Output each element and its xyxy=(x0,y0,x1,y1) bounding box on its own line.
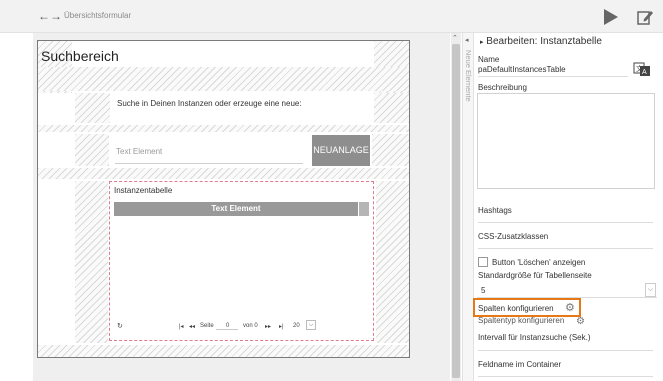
css-underline xyxy=(478,248,653,249)
next-page-icon[interactable]: ▸▸ xyxy=(265,323,271,330)
css-classes-field[interactable]: CSS-Zusatzklassen xyxy=(478,232,548,241)
svg-text:A: A xyxy=(642,69,647,76)
name-label: Name xyxy=(478,55,500,64)
table-label: Instanzentabelle xyxy=(114,186,173,195)
table-column-header[interactable]: Text Element xyxy=(114,202,369,216)
interval-underline xyxy=(478,350,653,351)
layout-row xyxy=(38,67,409,91)
arrow-left-icon[interactable]: ← xyxy=(38,9,50,23)
breadcrumb: Übersichtsformular xyxy=(64,11,132,20)
page-count: von 0 xyxy=(243,323,258,329)
layout-cell xyxy=(372,134,409,166)
interval-field[interactable]: Intervall für Instanzsuche (Sek.) xyxy=(478,333,591,342)
new-entry-button[interactable]: NEUANLAGE xyxy=(312,135,370,166)
refresh-icon[interactable]: ↻ xyxy=(117,322,123,330)
layout-cell xyxy=(376,181,409,343)
last-page-icon[interactable]: ▸| xyxy=(279,323,284,330)
hashtags-underline xyxy=(478,222,653,223)
layout-row xyxy=(38,345,409,357)
chevron-left-icon[interactable]: ◂ xyxy=(465,36,469,44)
layout-cell xyxy=(75,181,108,343)
text-field-placeholder: Text Element xyxy=(116,147,163,156)
layout-row xyxy=(38,125,409,132)
panel-title-text: Bearbeiten: Instanztabelle xyxy=(486,36,602,47)
name-underline xyxy=(478,76,628,77)
configure-columns-label: Spalten konfigurieren xyxy=(478,304,554,313)
page-size-label: Standardgröße für Tabellenseite xyxy=(478,271,592,280)
gear-icon[interactable]: ⚙ xyxy=(565,303,575,314)
container-underline xyxy=(478,376,653,377)
panel-title: ▸ Bearbeiten: Instanztabelle xyxy=(480,36,602,47)
gear-icon[interactable]: ⚙ xyxy=(576,316,585,327)
column-header-end xyxy=(358,202,369,216)
scroll-up-icon[interactable]: ⌃ xyxy=(452,34,458,42)
prev-page-icon[interactable]: ◂◂ xyxy=(189,323,195,330)
page-input-value: 0 xyxy=(226,323,230,329)
layout-cell xyxy=(75,134,109,166)
field-underline xyxy=(115,163,303,164)
layout-cell xyxy=(374,93,409,123)
container-field[interactable]: Feldname im Container xyxy=(478,360,561,369)
delete-checkbox-label: Button 'Löschen' anzeigen xyxy=(492,258,586,267)
layout-cell xyxy=(75,93,110,123)
instruction-text[interactable]: Suche in Deinen Instanzen oder erzeuge e… xyxy=(117,99,302,108)
arrow-right-icon[interactable]: → xyxy=(50,9,62,23)
delete-button-checkbox[interactable] xyxy=(478,257,488,267)
first-page-icon[interactable]: |◂ xyxy=(179,323,184,330)
page-size-value[interactable]: 20 xyxy=(293,323,300,329)
edit-icon[interactable] xyxy=(636,8,654,26)
page-size-select-value: 5 xyxy=(481,286,486,295)
name-field[interactable]: paDefaultInstancesTable xyxy=(478,65,566,74)
translate-icon[interactable]: 文 A xyxy=(633,60,651,78)
section-title[interactable]: Suchbereich xyxy=(41,48,119,64)
play-icon[interactable] xyxy=(604,9,618,25)
page-label: Seite xyxy=(200,323,214,329)
chevron-down-icon[interactable]: ⌵ xyxy=(306,320,316,330)
column-header-label: Text Element xyxy=(211,204,261,213)
scrollbar-thumb[interactable] xyxy=(452,44,460,378)
page-size-select[interactable] xyxy=(477,282,657,298)
description-label: Beschreibung xyxy=(478,83,527,92)
description-field[interactable] xyxy=(477,93,655,189)
chevron-right-icon: ▸ xyxy=(480,39,484,46)
layout-row xyxy=(38,168,409,179)
hashtags-field[interactable]: Hashtags xyxy=(478,206,512,215)
chevron-down-icon[interactable]: ⌵ xyxy=(645,283,656,297)
column-type-label[interactable]: Spaltentyp konfigurieren xyxy=(478,316,564,325)
new-elements-label[interactable]: Neue Elemente xyxy=(463,50,473,130)
